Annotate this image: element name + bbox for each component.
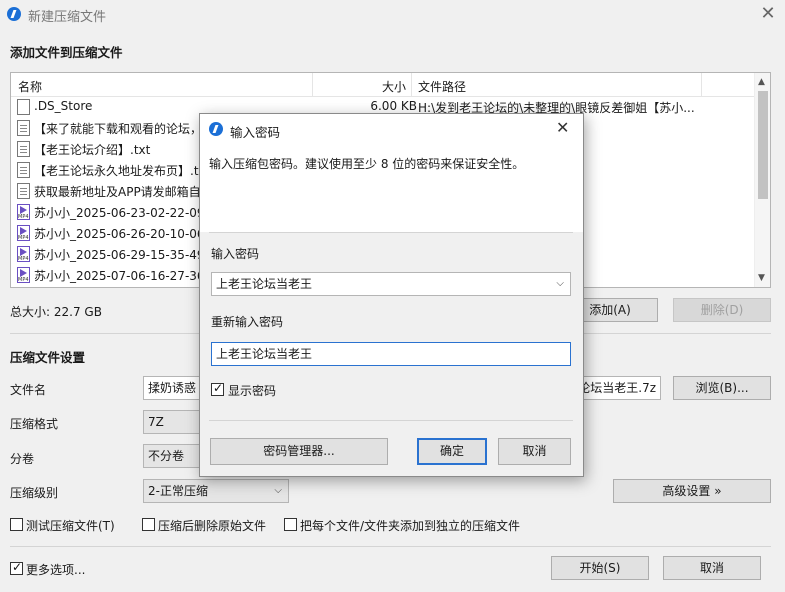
blank-file-icon [17,99,30,115]
dialog-title: 输入密码 [230,125,281,140]
text-file-icon [17,162,30,178]
file-name: .DS_Store [34,99,93,113]
settings-section-title: 压缩文件设置 [10,350,86,365]
column-separator[interactable] [411,73,412,97]
column-header-path[interactable]: 文件路径 [418,78,466,95]
file-list-scrollbar[interactable]: ▲ ▼ [754,73,770,287]
level-select-value: 2-正常压缩 [148,484,208,498]
mp4-file-icon [17,225,30,241]
text-file-icon [17,120,30,136]
column-separator[interactable] [312,73,313,97]
filename-value-start: 揉奶诱惑 [148,381,197,395]
dialog-close-button[interactable]: ✕ [556,118,569,137]
total-size-text: 总大小: 22.7 GB [10,305,102,319]
chevron-down-icon: ⌵ [274,485,282,496]
split-select-value: 不分卷 [148,449,185,463]
scroll-up-icon[interactable]: ▲ [758,77,765,87]
password-input[interactable]: 上老王论坛当老王 ⌵ [211,272,571,296]
ok-button[interactable]: 确定 [417,438,487,465]
password-value: 上老王论坛当老王 [216,277,313,291]
column-separator[interactable] [701,73,702,97]
delete-after-label[interactable]: 压缩后删除原始文件 [158,517,266,534]
text-file-icon [17,183,30,199]
main-cancel-button[interactable]: 取消 [663,556,761,580]
dialog-divider [209,420,573,421]
dialog-info-text: 输入压缩包密码。建议使用至少 8 位的密码来保证安全性。 [209,157,525,171]
password-manager-button[interactable]: 密码管理器... [210,438,388,465]
confirm-password-input[interactable]: 上老王论坛当老王 [211,342,571,366]
dialog-cancel-button[interactable]: 取消 [498,438,571,465]
test-archive-checkbox[interactable] [10,518,23,531]
section-divider [10,546,771,547]
delete-after-checkbox[interactable] [142,518,155,531]
file-list-header: 名称 大小 文件路径 [11,73,770,97]
separate-archives-checkbox[interactable] [284,518,297,531]
show-password-checkbox[interactable] [211,381,224,396]
filename-value-end: 论坛当老王.7z [578,381,656,395]
window-title: 新建压缩文件 [28,10,107,25]
dialog-titlebar: 输入密码 ✕ [200,114,583,144]
split-label: 分卷 [10,452,35,466]
level-select[interactable]: 2-正常压缩 ⌵ [143,479,289,503]
file-size: 6.00 KB [370,99,417,113]
column-header-size[interactable]: 大小 [382,78,406,95]
add-section-title: 添加文件到压缩文件 [10,45,123,60]
chevron-down-icon[interactable]: ⌵ [556,273,564,295]
more-options-checkbox[interactable] [10,560,23,575]
start-button[interactable]: 开始(S) [551,556,649,580]
filename-label: 文件名 [10,383,47,397]
format-select-value: 7Z [148,415,164,429]
app-logo-icon [209,122,223,136]
advanced-settings-button[interactable]: 高级设置 » [613,479,771,503]
show-password-label[interactable]: 显示密码 [228,382,276,399]
mp4-file-icon [17,246,30,262]
separate-archives-label[interactable]: 把每个文件/文件夹添加到独立的压缩文件 [300,517,520,534]
close-icon: ✕ [760,3,776,24]
dialog-info-panel: 输入压缩包密码。建议使用至少 8 位的密码来保证安全性。 [200,144,583,232]
level-label: 压缩级别 [10,486,59,500]
delete-button[interactable]: 删除(D) [673,298,771,322]
password-dialog: 输入密码 ✕ 输入压缩包密码。建议使用至少 8 位的密码来保证安全性。 输入密码… [199,113,584,477]
scroll-down-icon[interactable]: ▼ [758,273,765,283]
more-options-label[interactable]: 更多选项... [26,561,85,578]
app-logo-icon [7,7,21,21]
mp4-file-icon [17,204,30,220]
browse-button[interactable]: 浏览(B)... [673,376,771,400]
format-label: 压缩格式 [10,417,59,431]
password-label: 输入密码 [211,247,260,261]
column-header-name[interactable]: 名称 [18,78,42,95]
window-close-button[interactable]: ✕ [755,3,781,25]
scrollbar-thumb[interactable] [758,91,768,199]
mp4-file-icon [17,267,30,283]
confirm-password-value: 上老王论坛当老王 [216,347,313,361]
window-titlebar: 新建压缩文件 ✕ [0,0,785,30]
text-file-icon [17,141,30,157]
confirm-password-label: 重新输入密码 [211,315,284,329]
dialog-divider [209,232,573,233]
test-archive-label[interactable]: 测试压缩文件(T) [26,517,115,534]
